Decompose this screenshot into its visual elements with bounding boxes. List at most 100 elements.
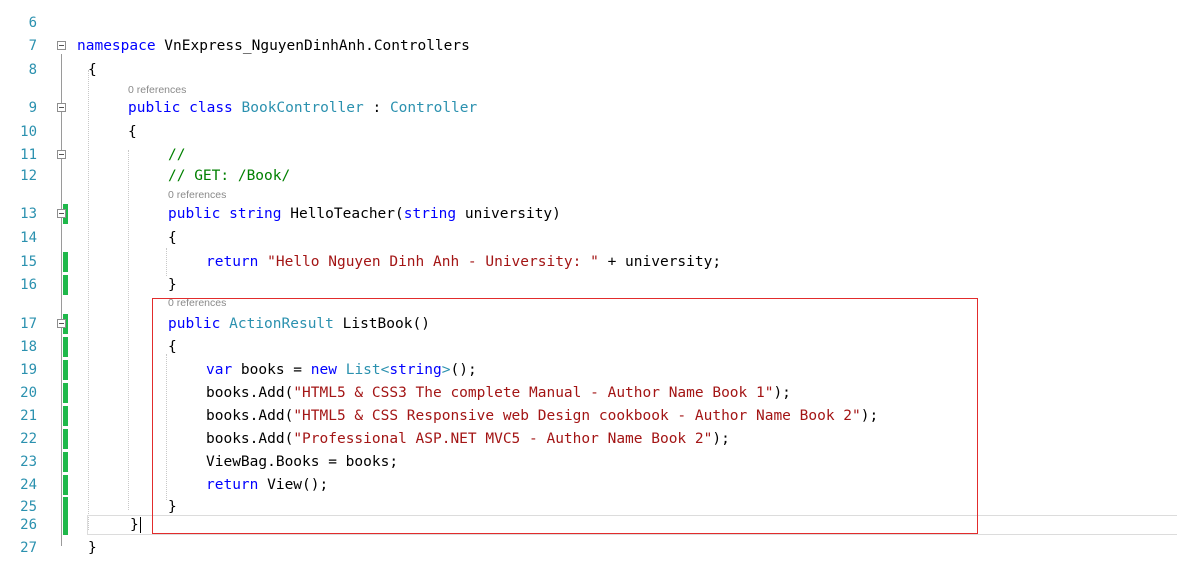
- line-number: 21: [20, 408, 37, 424]
- codelens-references[interactable]: 0 references: [168, 297, 226, 310]
- type-name: List: [345, 362, 381, 378]
- collapse-toggle-icon[interactable]: [57, 150, 66, 159]
- call-end: );: [773, 385, 791, 401]
- variable-declaration: var books = new List<string>();: [206, 360, 477, 380]
- keyword: namespace: [77, 38, 156, 54]
- text-caret: [140, 517, 141, 533]
- code-line: 15 return "Hello Nguyen Dinh Anh - Unive…: [0, 252, 1178, 272]
- method-declaration: public string HelloTeacher(string univer…: [168, 204, 561, 224]
- return-statement: return "Hello Nguyen Dinh Anh - Universi…: [206, 252, 721, 272]
- line-number: 16: [20, 277, 37, 293]
- comment: //: [168, 147, 186, 163]
- keyword: return: [206, 254, 259, 270]
- codelens-references[interactable]: 0 references: [168, 189, 226, 202]
- keyword: var: [206, 362, 233, 378]
- brace: }: [88, 540, 97, 556]
- keyword: string: [229, 206, 282, 222]
- code-line: 23 ViewBag.Books = books;: [0, 452, 1178, 472]
- brace: }: [168, 499, 177, 515]
- expression: + university;: [598, 254, 722, 270]
- class-declaration: public class BookController : Controller: [128, 98, 477, 118]
- collapse-toggle-icon[interactable]: [57, 103, 66, 112]
- generic-bracket: >: [441, 362, 451, 378]
- brace: }: [168, 277, 177, 293]
- assignment: ViewBag.Books = books;: [206, 454, 399, 470]
- change-marker: [63, 360, 68, 380]
- line-number: 14: [20, 230, 37, 246]
- type-name: ActionResult: [229, 316, 334, 332]
- change-marker: [63, 475, 68, 495]
- method-declaration: public ActionResult ListBook(): [168, 314, 430, 334]
- brace: }: [130, 517, 139, 533]
- brace: {: [168, 339, 177, 355]
- class-name: BookController: [241, 100, 364, 116]
- line-number: 13: [20, 206, 37, 222]
- brace: {: [88, 62, 97, 78]
- line-number: 6: [28, 15, 37, 31]
- code-line: 6: [0, 13, 1178, 33]
- method-call: books.Add("HTML5 & CSS Responsive web De…: [206, 406, 878, 426]
- keyword: public: [128, 100, 181, 116]
- method-call: books.Add("HTML5 & CSS3 The complete Man…: [206, 383, 791, 403]
- code-line: 11 //: [0, 145, 1178, 165]
- code-line: 25 }: [0, 497, 1178, 517]
- keyword: string: [403, 206, 457, 222]
- string-literal: "HTML5 & CSS Responsive web Design cookb…: [293, 408, 861, 424]
- change-marker: [63, 515, 68, 535]
- method-name: HelloTeacher(: [281, 206, 404, 222]
- brace: {: [168, 230, 177, 246]
- keyword: string: [389, 362, 442, 378]
- change-marker: [63, 452, 68, 472]
- code-line: 26 }: [0, 515, 1178, 535]
- change-marker: [63, 406, 68, 426]
- comment: // GET: /Book/: [168, 168, 291, 184]
- keyword: public: [168, 316, 221, 332]
- code-line: 8 {: [0, 60, 1178, 80]
- collapse-toggle-icon[interactable]: [57, 41, 66, 50]
- code-line: 10 {: [0, 122, 1178, 142]
- line-number: 10: [20, 124, 37, 140]
- line-number: 20: [20, 385, 37, 401]
- method-name: ListBook(): [333, 316, 430, 332]
- code-line: 18 {: [0, 337, 1178, 357]
- line-number: 23: [20, 454, 37, 470]
- collapse-toggle-icon[interactable]: [57, 209, 66, 218]
- line-number: 17: [20, 316, 37, 332]
- line-number: 19: [20, 362, 37, 378]
- expression: View();: [258, 477, 329, 493]
- line-number: 7: [28, 38, 37, 54]
- change-marker: [63, 497, 68, 517]
- method-call: books.Add("Professional ASP.NET MVC5 - A…: [206, 429, 730, 449]
- line-number: 27: [20, 540, 37, 556]
- code-line: 14 {: [0, 228, 1178, 248]
- keyword: return: [206, 477, 259, 493]
- change-marker: [63, 429, 68, 449]
- code-line: 16 }: [0, 275, 1178, 295]
- line-number: 22: [20, 431, 37, 447]
- line-number: 25: [20, 499, 37, 515]
- code-line: 21 books.Add("HTML5 & CSS Responsive web…: [0, 406, 1178, 426]
- collapse-toggle-icon[interactable]: [57, 319, 66, 328]
- line-number: 15: [20, 254, 37, 270]
- keyword: class: [189, 100, 233, 116]
- change-marker: [63, 252, 68, 272]
- line-number: 9: [28, 100, 37, 116]
- line-number: 8: [28, 62, 37, 78]
- parameter: university): [456, 206, 561, 222]
- base-class: Controller: [389, 100, 478, 116]
- call: books.Add(: [206, 385, 294, 401]
- line-number: 24: [20, 477, 37, 493]
- codelens-references[interactable]: 0 references: [128, 84, 186, 97]
- constructor-call: ();: [450, 362, 477, 378]
- line-number: 18: [20, 339, 37, 355]
- code-line: 12 // GET: /Book/: [0, 166, 1178, 186]
- code-line: 17 public ActionResult ListBook(): [0, 314, 1178, 334]
- call: books.Add(: [206, 431, 294, 447]
- code-line: 27 }: [0, 538, 1178, 558]
- string-literal: "HTML5 & CSS3 The complete Manual - Auth…: [293, 385, 774, 401]
- code-editor[interactable]: 6 7 namespace VnExpress_NguyenDinhAnh.Co…: [0, 0, 1178, 568]
- call-end: );: [712, 431, 730, 447]
- brace: {: [128, 124, 137, 140]
- keyword: public: [168, 206, 221, 222]
- namespace-declaration: namespace VnExpress_NguyenDinhAnh.Contro…: [77, 36, 470, 56]
